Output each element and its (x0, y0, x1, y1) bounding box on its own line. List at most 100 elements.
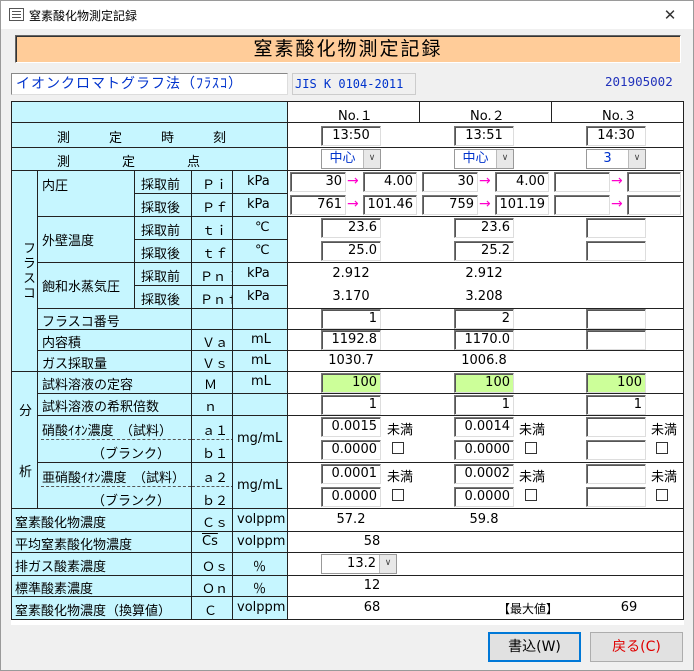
under-checkbox-5[interactable] (525, 489, 537, 501)
a1b1-symbol-cell: ａ１ ｂ１ (191, 415, 233, 463)
pi-before-3[interactable] (554, 172, 610, 192)
pni-value-1: 2.912 (332, 266, 370, 281)
sv-after-cell: 採取後 (134, 285, 192, 309)
n-symbol-cell: ｎ (191, 393, 233, 416)
row-point-label: 測 定 点 (11, 147, 288, 171)
flask-input-3[interactable] (586, 309, 646, 329)
va-input-3[interactable] (586, 330, 646, 350)
pf-before-1[interactable]: 761 (290, 195, 346, 215)
point-select-2[interactable]: 中心 ∨ (454, 149, 514, 169)
ti-input-3[interactable] (586, 218, 646, 238)
chevron-down-icon[interactable]: ∨ (496, 150, 513, 168)
flask-input-1[interactable]: 1 (321, 309, 381, 329)
a2-input-2[interactable]: 0.0002 (454, 464, 514, 484)
pi-before-2[interactable]: 30 (422, 172, 478, 192)
point-value-2: 中心 (462, 151, 489, 166)
va-input-2[interactable]: 1170.0 (454, 330, 514, 350)
method-field[interactable]: イオンクロマトグラフ法（ﾌﾗｽｺ） (11, 73, 288, 95)
nitrite-unit-cell: mg/mL (232, 462, 288, 509)
m-input-3[interactable]: 100 (586, 373, 646, 393)
under-checkbox-2[interactable] (525, 442, 537, 454)
under-checkbox-1[interactable] (392, 442, 404, 454)
point-select-3[interactable]: 3 ∨ (586, 149, 646, 169)
pni-symbol: Ｐｎｉ (200, 270, 232, 285)
pf-before-3[interactable] (554, 195, 610, 215)
m-unit: mL (251, 374, 271, 389)
under-checkbox-6[interactable] (656, 489, 668, 501)
flask-input-2[interactable]: 2 (454, 309, 514, 329)
under-checkbox-4[interactable] (392, 489, 404, 501)
pf-after-1[interactable]: 101.46 (363, 195, 417, 215)
arrow-icon: → (611, 173, 623, 189)
pni-unit: kPa (247, 266, 270, 281)
n-input-1[interactable]: 1 (321, 395, 381, 415)
csbar-symbol: Cs (202, 534, 218, 549)
under-label: 未満 (519, 423, 546, 438)
pf-after-2[interactable]: 101.19 (495, 195, 549, 215)
va-input-1[interactable]: 1192.8 (321, 330, 381, 350)
dilution-label: 試料溶液の希釈倍数 (42, 400, 160, 415)
jis-standard-field[interactable]: JIS K 0104-2011 (292, 73, 416, 95)
cs-symbol-cell: Ｃｓ (191, 508, 233, 532)
close-icon[interactable]: ✕ (647, 1, 693, 29)
o2-std-cell: 標準酸素濃度 (11, 575, 192, 597)
b2-input-1[interactable]: 0.0000 (321, 487, 381, 507)
avg-nox-label: 平均窒素酸化物濃度 (15, 538, 133, 553)
time-input-1[interactable]: 13:50 (321, 126, 381, 146)
chevron-down-icon[interactable]: ∨ (379, 555, 396, 573)
a1-input-3[interactable] (586, 417, 646, 437)
o2-exhaust-select[interactable]: 13.2 ∨ (321, 554, 397, 574)
point-select-1[interactable]: 中心 ∨ (321, 149, 381, 169)
nitrite-unit: mg/mL (237, 478, 283, 493)
form-banner: 窒素酸化物測定記録 (15, 35, 681, 63)
save-button[interactable]: 書込(W) (488, 632, 581, 662)
tf-unit-cell: ℃ (232, 239, 288, 263)
ip-before-label: 採取前 (141, 178, 181, 193)
nox-conv-label: 窒素酸化物濃度（換算値） (15, 604, 172, 619)
tf-input-3[interactable] (586, 241, 646, 261)
chevron-down-icon[interactable]: ∨ (628, 150, 645, 168)
pi-after-2[interactable]: 4.00 (495, 172, 549, 192)
pi-after-1[interactable]: 4.00 (363, 172, 417, 192)
va-symbol-cell: Ｖａ (191, 329, 233, 351)
time-input-3[interactable]: 14:30 (586, 126, 646, 146)
va-symbol: Ｖａ (202, 336, 229, 351)
pi-after-3[interactable] (627, 172, 681, 192)
arrow-icon: → (479, 173, 491, 189)
b2-input-2[interactable]: 0.0000 (454, 487, 514, 507)
back-button[interactable]: 戻る(C) (590, 632, 683, 662)
tf-input-1[interactable]: 25.0 (321, 241, 381, 261)
arrow-icon: → (347, 196, 359, 212)
chevron-down-icon[interactable]: ∨ (363, 150, 380, 168)
b2-input-3[interactable] (586, 487, 646, 507)
gas-sampled-label: ガス採取量 (42, 357, 108, 372)
a2-input-1[interactable]: 0.0001 (321, 464, 381, 484)
time-input-2[interactable]: 13:51 (454, 126, 514, 146)
os-unit-cell: ％ (232, 552, 288, 576)
b1-input-3[interactable] (586, 440, 646, 460)
c-symbol: Ｃ (204, 604, 218, 619)
b1-input-1[interactable]: 0.0000 (321, 440, 381, 460)
pf-after-3[interactable] (627, 195, 681, 215)
analysis-label-1: 分 (19, 404, 33, 419)
b1-input-2[interactable]: 0.0000 (454, 440, 514, 460)
pi-before-1[interactable]: 30 (290, 172, 346, 192)
csbar-unit-cell: volppm (232, 531, 288, 553)
pf-before-2[interactable]: 759 (422, 195, 478, 215)
pni-value-2: 2.912 (465, 266, 503, 281)
a1-input-1[interactable]: 0.0015 (321, 417, 381, 437)
tf-input-2[interactable]: 25.2 (454, 241, 514, 261)
n-input-2[interactable]: 1 (454, 395, 514, 415)
n-input-3[interactable]: 1 (586, 395, 646, 415)
sample-vol-cell: 試料溶液の定容 (37, 371, 192, 394)
csbar-unit: volppm (237, 534, 286, 549)
m-input-1[interactable]: 100 (321, 373, 381, 393)
a1-input-2[interactable]: 0.0014 (454, 417, 514, 437)
ti-input-1[interactable]: 23.6 (321, 218, 381, 238)
m-input-2[interactable]: 100 (454, 373, 514, 393)
ti-input-2[interactable]: 23.6 (454, 218, 514, 238)
n-unit-cell (232, 393, 288, 416)
under-checkbox-3[interactable] (656, 442, 668, 454)
va-unit: mL (251, 332, 271, 347)
a2-input-3[interactable] (586, 464, 646, 484)
